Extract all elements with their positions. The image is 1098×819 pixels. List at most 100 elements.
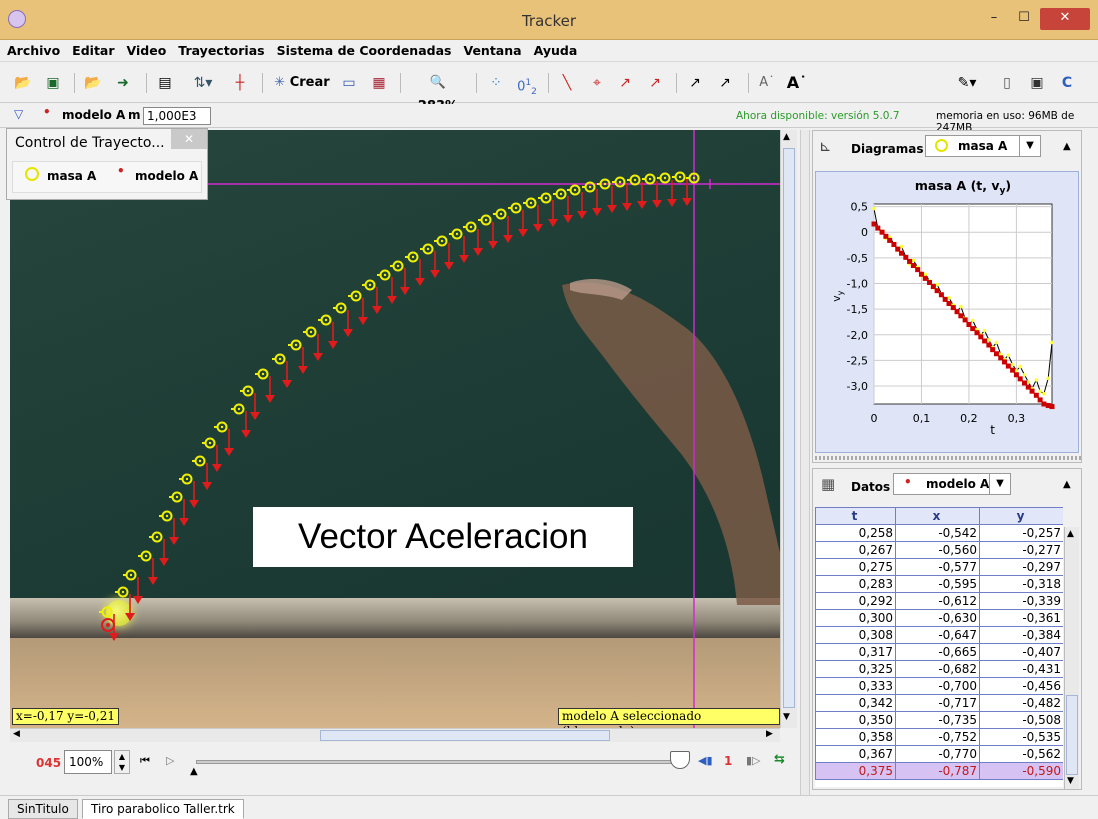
table-scrollbar[interactable]: ▲ ▼	[1064, 527, 1079, 789]
table-cell[interactable]: -0,339	[979, 592, 1063, 610]
trajectory-point[interactable]	[115, 586, 129, 598]
label-toggle-button[interactable]: 012	[514, 71, 540, 97]
refresh-icon[interactable]: C	[1056, 71, 1078, 95]
rewind-icon[interactable]: ⏮	[140, 754, 150, 768]
tab-sintitulo[interactable]: SinTitulo	[8, 799, 78, 819]
measured-series-point[interactable]	[923, 272, 928, 277]
trajectory-point[interactable]	[288, 339, 302, 351]
position-icon[interactable]: ⌖	[586, 71, 608, 95]
table-row[interactable]: 0,283 -0,595 -0,318	[815, 575, 1063, 593]
table-row[interactable]: 0,258 -0,542 -0,257	[815, 524, 1063, 542]
table-cell[interactable]: -0,361	[979, 609, 1063, 627]
table-cell[interactable]: -0,318	[979, 575, 1063, 593]
table-cell[interactable]: -0,787	[895, 762, 980, 780]
table-row[interactable]: 0,267 -0,560 -0,277	[815, 541, 1063, 559]
step-forward-icon[interactable]: ▮▷	[746, 754, 761, 767]
hscroll-thumb[interactable]	[320, 730, 610, 741]
table-cell[interactable]: -0,277	[979, 541, 1063, 559]
coordinate-axes[interactable]	[10, 130, 780, 728]
measured-series-point[interactable]	[1014, 368, 1019, 373]
measured-series-point[interactable]	[982, 328, 987, 333]
measured-series-point[interactable]	[935, 282, 939, 287]
zoom-button[interactable]: 🔍 283%	[408, 71, 468, 114]
column-header-t[interactable]: t	[815, 507, 896, 525]
trajectory-point[interactable]	[538, 192, 552, 204]
step-size[interactable]: 1	[724, 754, 732, 768]
table-row[interactable]: 0,300 -0,630 -0,361	[815, 609, 1063, 627]
table-scroll-up-icon[interactable]: ▲	[1067, 529, 1074, 539]
velocity-icon[interactable]: ↗	[614, 71, 636, 95]
model-series-point[interactable]	[970, 326, 976, 332]
tools-icon[interactable]: ✎▾	[950, 71, 984, 95]
model-series-point[interactable]	[899, 250, 905, 256]
save-icon[interactable]: ▣	[42, 71, 64, 95]
table-row[interactable]: 0,317 -0,665 -0,407	[815, 643, 1063, 661]
table-track-selector[interactable]: • modelo A	[893, 473, 1001, 495]
table-cell[interactable]: -0,735	[895, 711, 980, 729]
trajectory-point[interactable]	[123, 569, 137, 581]
model-series-point[interactable]	[1010, 367, 1016, 373]
table-cell[interactable]: -0,257	[979, 524, 1063, 542]
path-icon[interactable]: ╲	[556, 71, 578, 95]
control-panel-close[interactable]: ✕	[171, 129, 207, 149]
trajectory-point[interactable]	[362, 279, 376, 291]
trajectory-point[interactable]	[348, 290, 362, 302]
table-cell[interactable]: 0,333	[815, 677, 896, 695]
measured-series-point[interactable]	[994, 340, 999, 345]
track-filter-icon[interactable]: ▦	[368, 71, 390, 95]
model-series-point[interactable]	[1049, 404, 1055, 410]
table-cell[interactable]: -0,407	[979, 643, 1063, 661]
model-point[interactable]	[101, 618, 115, 632]
table-row[interactable]: 0,358 -0,752 -0,535	[815, 728, 1063, 746]
menu-trayectorias[interactable]: Trayectorias	[171, 40, 269, 58]
table-row[interactable]: 0,342 -0,717 -0,482	[815, 694, 1063, 712]
menu-ventana[interactable]: Ventana	[456, 40, 526, 58]
table-cell[interactable]: 0,317	[815, 643, 896, 661]
table-scroll-thumb[interactable]	[1066, 695, 1078, 775]
trajectory-point[interactable]	[627, 174, 641, 186]
table-cell[interactable]: 0,367	[815, 745, 896, 763]
notes-icon[interactable]: ▯	[996, 71, 1018, 95]
close-button[interactable]: ✕	[1040, 8, 1090, 30]
step-back-icon[interactable]: ◀▮	[698, 754, 713, 767]
measured-series-point[interactable]	[1006, 353, 1011, 358]
trajectory-point[interactable]	[202, 437, 216, 449]
trajectory-point[interactable]	[508, 202, 522, 214]
trajectory-point[interactable]	[672, 171, 686, 183]
mass-input[interactable]	[143, 107, 211, 125]
masa-a-track-button[interactable]: masa A	[47, 169, 96, 183]
model-series-point[interactable]	[1029, 388, 1035, 394]
rate-spinner[interactable]: ▲ ▼	[114, 750, 130, 774]
measured-series-point[interactable]	[1046, 376, 1051, 381]
trajectory-point[interactable]	[567, 184, 581, 196]
measured-series-point[interactable]	[1022, 372, 1027, 377]
table-row[interactable]: 0,367 -0,770 -0,562	[815, 745, 1063, 763]
table-cell[interactable]: -0,508	[979, 711, 1063, 729]
momentum-icon[interactable]: ↗	[714, 71, 736, 95]
trajectory-point[interactable]	[99, 606, 113, 618]
video-horizontal-scrollbar[interactable]: ◀ ▶	[10, 728, 780, 742]
tab-tiro-parabolico[interactable]: Tiro parabolico Taller.trk	[82, 799, 244, 819]
tape-measure-icon[interactable]: ▭	[338, 71, 360, 95]
table-cell[interactable]: -0,665	[895, 643, 980, 661]
track-name[interactable]: modelo A	[62, 108, 125, 122]
measured-series-point[interactable]	[872, 206, 876, 211]
maximize-button[interactable]: ☐	[1010, 8, 1038, 30]
trajectory-point[interactable]	[390, 260, 404, 272]
table-cell[interactable]: -0,297	[979, 558, 1063, 576]
scroll-down-icon[interactable]: ▼	[783, 712, 790, 722]
table-cell[interactable]: 0,300	[815, 609, 896, 627]
trajectory-point[interactable]	[303, 326, 317, 338]
trajectory-point[interactable]	[377, 269, 391, 281]
trajectory-point[interactable]	[192, 455, 206, 467]
trajectory-point[interactable]	[169, 491, 183, 503]
scroll-thumb[interactable]	[783, 148, 795, 708]
measured-series-point[interactable]	[899, 244, 904, 249]
panel-splitter[interactable]	[800, 130, 810, 795]
trajectory-point[interactable]	[642, 173, 656, 185]
trajectory-point[interactable]	[493, 208, 507, 220]
frame-number[interactable]: 045	[36, 756, 61, 770]
trajectory-point[interactable]	[159, 510, 173, 522]
trajectory-point[interactable]	[405, 251, 419, 263]
model-series-point[interactable]	[962, 317, 968, 323]
